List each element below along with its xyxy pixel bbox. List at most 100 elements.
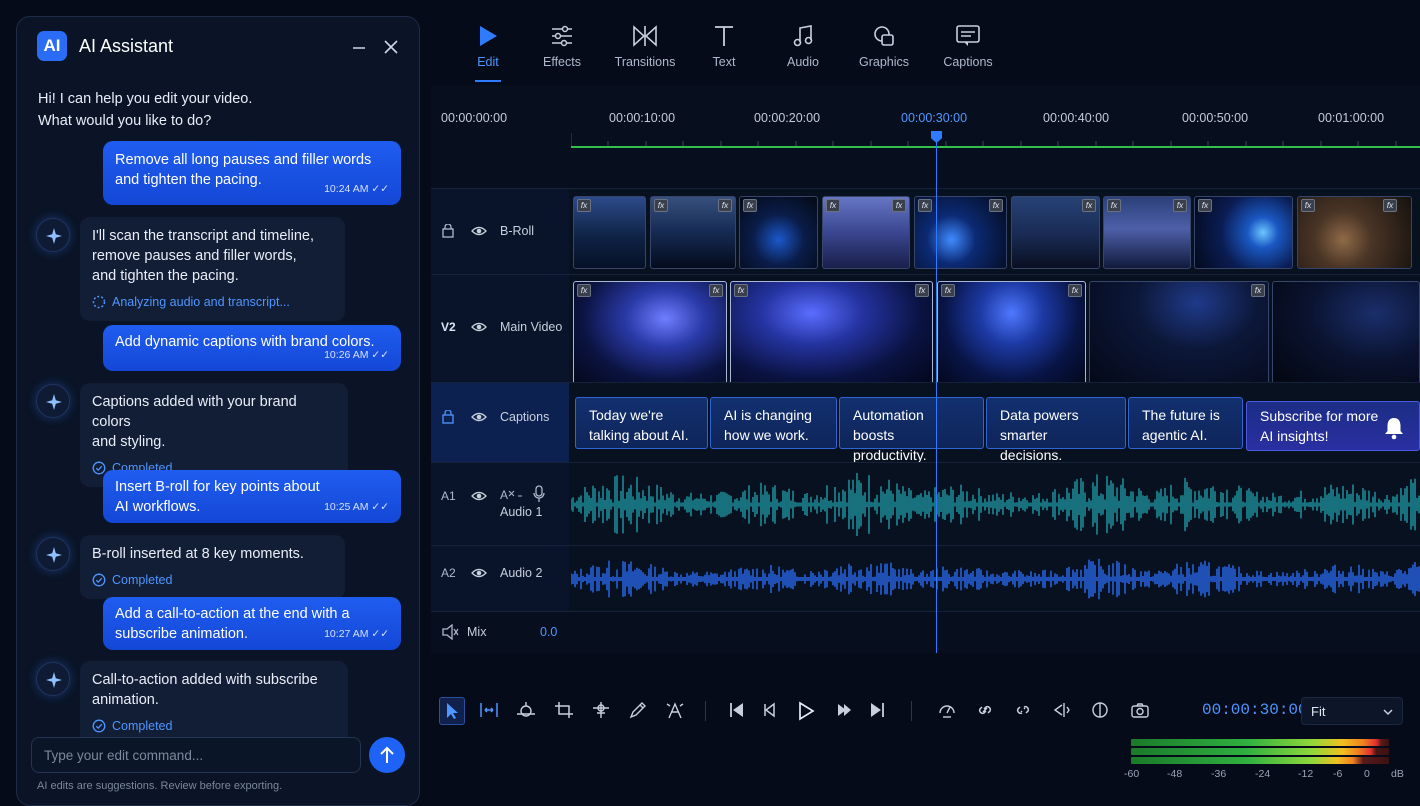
ai-avatar-icon — [36, 537, 70, 571]
broll-clip-city-skyline[interactable]: fx — [573, 196, 646, 269]
fx-badge: fx — [892, 199, 906, 212]
cta-caption-clip[interactable]: Subscribe for more AI insights! — [1246, 401, 1420, 451]
status-analyzing: Analyzing audio and transcript... — [92, 292, 333, 312]
main-clip-speaker-1[interactable]: fx fx — [573, 281, 727, 387]
user-message: Insert B-roll for key points about AI wo… — [103, 470, 401, 523]
transform-tool-button[interactable] — [588, 697, 614, 725]
play-button[interactable] — [793, 697, 819, 725]
color-button[interactable] — [1087, 697, 1113, 725]
text-to-speech-icon[interactable]: A — [500, 487, 524, 503]
crop-tool-button[interactable] — [551, 697, 577, 725]
eye-icon[interactable] — [471, 409, 487, 425]
caption-text: Today we're — [589, 407, 664, 423]
caption-clip[interactable]: Data powers smarter decisions. — [986, 397, 1126, 463]
playhead[interactable] — [936, 131, 937, 653]
skip-start-icon — [730, 703, 743, 717]
mix-value[interactable]: 0.0 — [540, 625, 557, 639]
message-timestamp: 10:25 AM ✓✓ — [324, 501, 389, 513]
go-to-end-button[interactable] — [864, 697, 890, 725]
message-text: and styling. — [92, 434, 166, 450]
current-timecode[interactable]: 00:00:30:00 — [1202, 701, 1308, 719]
microphone-icon[interactable] — [533, 485, 545, 503]
effect-tool-button[interactable] — [662, 697, 688, 725]
send-button[interactable] — [369, 737, 405, 773]
arrow-up-icon — [380, 746, 394, 763]
ripple-tool-button[interactable] — [476, 697, 502, 725]
double-check-icon: ✓✓ — [371, 501, 389, 513]
speaker-icon[interactable] — [441, 624, 459, 640]
fx-badge: fx — [941, 284, 955, 297]
caption-clip[interactable]: Automation boosts productivity. — [839, 397, 984, 463]
ai-avatar-icon — [36, 662, 70, 696]
eye-icon[interactable] — [471, 319, 487, 335]
lock-icon[interactable] — [441, 410, 457, 424]
step-back-button[interactable] — [757, 697, 783, 725]
close-icon[interactable] — [383, 39, 399, 55]
unlink-icon — [1016, 705, 1030, 715]
time-ruler[interactable]: 00:00:00:00 00:00:10:00 00:00:20:00 00:0… — [431, 85, 1420, 149]
eye-icon[interactable] — [471, 488, 487, 504]
fx-badge: fx — [709, 284, 723, 297]
meter-scale-label: -12 — [1298, 768, 1314, 780]
unlink-button[interactable] — [1010, 697, 1036, 725]
main-clip-speaker-4[interactable]: fx — [1089, 281, 1269, 387]
tab-effects[interactable]: Effects — [520, 20, 604, 82]
spinner-icon — [92, 295, 106, 309]
tab-label: Graphics — [858, 55, 910, 69]
broll-clip-digital-nodes[interactable]: fx fx — [914, 196, 1007, 269]
split-button[interactable] — [1048, 697, 1074, 725]
tab-audio[interactable]: Audio — [761, 20, 845, 82]
tab-label: Edit — [477, 55, 499, 69]
eye-icon[interactable] — [471, 565, 487, 581]
caption-clip[interactable]: Today we're talking about AI. — [575, 397, 708, 449]
select-tool-button[interactable] — [439, 697, 465, 725]
speed-icon — [939, 705, 955, 718]
lock-icon[interactable] — [441, 224, 457, 238]
tab-graphics[interactable]: Graphics — [842, 20, 926, 82]
edit-command-input[interactable] — [31, 737, 361, 773]
sliders-icon — [552, 25, 572, 47]
broll-clip-neural-network[interactable]: fx — [1194, 196, 1293, 269]
track-label: Main Video — [500, 320, 563, 334]
fx-badge: fx — [577, 284, 591, 297]
caption-clip[interactable]: The future is agentic AI. — [1128, 397, 1243, 449]
slip-tool-button[interactable] — [513, 697, 539, 725]
main-clip-speaker-5[interactable] — [1272, 281, 1420, 387]
main-clip-speaker-2[interactable]: fx fx — [730, 281, 933, 387]
track-audio-2: A2 Audio 2 — [431, 545, 1420, 611]
level-meter-third — [1131, 757, 1389, 764]
tab-captions[interactable]: Captions — [926, 20, 1010, 82]
audio-2-waveform[interactable] — [571, 546, 1420, 612]
meter-scale-label: -48 — [1167, 768, 1183, 780]
broll-clip-downtown[interactable]: fx fx — [1103, 196, 1191, 269]
broll-clip-office-city[interactable]: fx — [1011, 196, 1100, 269]
tab-edit[interactable]: Edit — [446, 20, 530, 82]
minimize-icon[interactable] — [351, 39, 367, 55]
caption-text: The future is — [1142, 407, 1220, 423]
zoom-select[interactable]: Fit — [1301, 697, 1403, 725]
snapshot-button[interactable] — [1127, 697, 1153, 725]
broll-clip-skyscrapers[interactable]: fx fx — [650, 196, 736, 269]
fx-badge: fx — [654, 199, 668, 212]
track-mix: Mix 0.0 — [431, 611, 1420, 653]
audio-1-waveform[interactable] — [571, 463, 1420, 546]
link-button[interactable] — [972, 697, 998, 725]
split-icon — [1053, 703, 1070, 717]
go-to-start-button[interactable] — [724, 697, 750, 725]
check-circle-icon — [92, 573, 106, 587]
fx-badge: fx — [1198, 199, 1212, 212]
fx-badge: fx — [918, 199, 932, 212]
speed-button[interactable] — [934, 697, 960, 725]
broll-clip-servers[interactable]: fx — [739, 196, 818, 269]
eye-icon[interactable] — [471, 223, 487, 239]
caption-text: agentic AI. — [1142, 427, 1208, 443]
tab-transitions[interactable]: Transitions — [603, 20, 687, 82]
tab-text[interactable]: Text — [682, 20, 766, 82]
pen-tool-button[interactable] — [625, 697, 651, 725]
broll-clip-network-hall[interactable]: fx fx — [822, 196, 910, 269]
user-message: Remove all long pauses and filler words … — [103, 141, 401, 205]
step-forward-button[interactable] — [830, 697, 856, 725]
broll-clip-laptop-workspace[interactable]: fx fx — [1297, 196, 1412, 269]
main-clip-speaker-3[interactable]: fx fx — [937, 281, 1086, 387]
caption-clip[interactable]: AI is changing how we work. — [710, 397, 837, 449]
